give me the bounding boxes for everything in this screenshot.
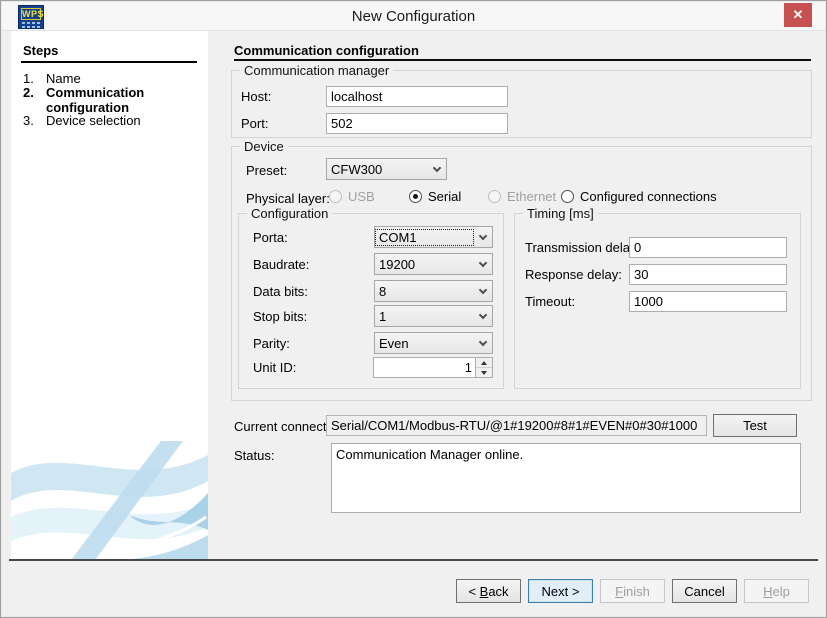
next-button[interactable]: Next > — [528, 579, 593, 603]
step-item-device-selection: 3. Device selection — [23, 113, 186, 128]
data-bits-label: Data bits: — [253, 284, 308, 299]
physical-layer-label: Physical layer: — [246, 191, 330, 206]
status-textarea[interactable]: Communication Manager online. — [331, 443, 801, 513]
radio-usb: USB — [329, 189, 375, 204]
response-delay-label: Response delay: — [525, 267, 622, 282]
back-button[interactable]: < Back — [456, 579, 521, 603]
step-label: Name — [46, 71, 81, 86]
parity-value: Even — [379, 335, 409, 351]
close-icon: ✕ — [792, 7, 804, 22]
test-button[interactable]: Test — [713, 414, 797, 437]
back-button-label: < Back — [468, 583, 509, 599]
radio-configured-connections[interactable]: Configured connections — [561, 189, 717, 204]
timing-legend: Timing [ms] — [523, 206, 598, 221]
porta-combo[interactable]: COM1 — [374, 226, 493, 248]
preset-label: Preset: — [246, 163, 288, 178]
chevron-down-icon — [474, 254, 492, 274]
data-bits-value: 8 — [379, 283, 387, 299]
porta-label: Porta: — [253, 230, 288, 245]
cancel-button-label: Cancel — [684, 583, 725, 599]
radio-serial[interactable]: Serial — [409, 189, 461, 204]
radio-serial-label: Serial — [428, 189, 462, 204]
communication-manager-legend: Communication manager — [240, 63, 394, 78]
host-input[interactable] — [326, 86, 508, 107]
chevron-down-icon — [474, 227, 492, 247]
step-label: Device selection — [46, 113, 141, 128]
help-button-label: Help — [763, 583, 790, 599]
parity-label: Parity: — [253, 336, 290, 351]
stop-bits-value: 1 — [379, 308, 387, 324]
step-number: 1. — [23, 71, 34, 86]
preset-combo[interactable]: CFW300 — [326, 158, 447, 180]
status-text: Communication Manager online. — [336, 447, 524, 462]
chevron-down-icon — [474, 281, 492, 301]
radio-circle-icon — [409, 190, 422, 203]
page-title-underline — [234, 59, 811, 61]
step-label: Communication configuration — [46, 85, 145, 115]
unit-id-stepper[interactable]: 1 — [373, 357, 493, 378]
communication-manager-group: Communication manager — [231, 63, 812, 138]
timeout-label: Timeout: — [525, 294, 576, 309]
close-button[interactable]: ✕ — [784, 3, 812, 27]
current-connection-field[interactable] — [326, 415, 707, 436]
footer-separator — [9, 559, 818, 561]
cancel-button[interactable]: Cancel — [672, 579, 737, 603]
transmission-delay-input[interactable] — [629, 237, 787, 258]
radio-circle-icon — [488, 190, 501, 203]
radio-circle-icon — [329, 190, 342, 203]
unit-id-label: Unit ID: — [253, 360, 297, 375]
chevron-down-icon — [474, 333, 492, 353]
porta-value: COM1 — [375, 228, 474, 246]
stop-bits-label: Stop bits: — [253, 309, 308, 324]
spinner-down-button[interactable] — [476, 368, 492, 377]
spinner-buttons — [475, 358, 492, 377]
radio-usb-label: USB — [348, 189, 375, 204]
radio-circle-icon — [561, 190, 574, 203]
stop-bits-combo[interactable]: 1 — [374, 305, 493, 327]
finish-button: Finish — [600, 579, 665, 603]
help-button: Help — [744, 579, 809, 603]
timeout-input[interactable] — [629, 291, 787, 312]
port-label: Port: — [241, 116, 269, 131]
new-configuration-dialog: WPS New Configuration ✕ Steps 1. Name 2.… — [0, 0, 827, 618]
baudrate-combo[interactable]: 19200 — [374, 253, 493, 275]
chevron-down-icon — [474, 306, 492, 326]
preset-value: CFW300 — [331, 161, 383, 177]
page-title: Communication configuration — [234, 43, 419, 58]
next-button-label: Next > — [541, 583, 580, 599]
status-label: Status: — [234, 448, 275, 463]
host-label: Host: — [241, 89, 272, 104]
step-item-communication-configuration: 2. Communication configuration — [23, 85, 186, 115]
transmission-delay-label: Transmission delay: — [525, 240, 641, 255]
step-number: 2. — [23, 85, 34, 100]
test-button-label: Test — [743, 418, 767, 433]
parity-combo[interactable]: Even — [374, 332, 493, 354]
arrow-down-icon — [481, 370, 487, 375]
step-number: 3. — [23, 113, 34, 128]
radio-ethernet: Ethernet — [488, 189, 556, 204]
data-bits-combo[interactable]: 8 — [374, 280, 493, 302]
baudrate-value: 19200 — [379, 256, 416, 272]
window-title: New Configuration — [351, 8, 476, 25]
arrow-up-icon — [481, 360, 487, 365]
steps-title: Steps — [23, 43, 59, 58]
configuration-legend: Configuration — [247, 206, 333, 221]
steps-underline — [21, 61, 197, 63]
device-legend: Device — [240, 139, 288, 154]
port-input[interactable] — [326, 113, 508, 134]
response-delay-input[interactable] — [629, 264, 787, 285]
chevron-down-icon — [428, 159, 446, 179]
title-bar: WPS New Configuration ✕ — [2, 2, 825, 31]
wps-icon-dashes — [22, 26, 40, 28]
spinner-up-button[interactable] — [476, 358, 492, 368]
radio-configured-connections-label: Configured connections — [580, 189, 717, 204]
finish-button-label: Finish — [615, 583, 650, 599]
unit-id-value: 1 — [464, 360, 472, 375]
steps-panel: Steps 1. Name 2. Communication configura… — [11, 31, 208, 560]
baudrate-label: Baudrate: — [253, 257, 310, 272]
radio-ethernet-label: Ethernet — [507, 189, 557, 204]
swoosh-graphic — [11, 441, 208, 560]
step-item-name: 1. Name — [23, 71, 186, 86]
